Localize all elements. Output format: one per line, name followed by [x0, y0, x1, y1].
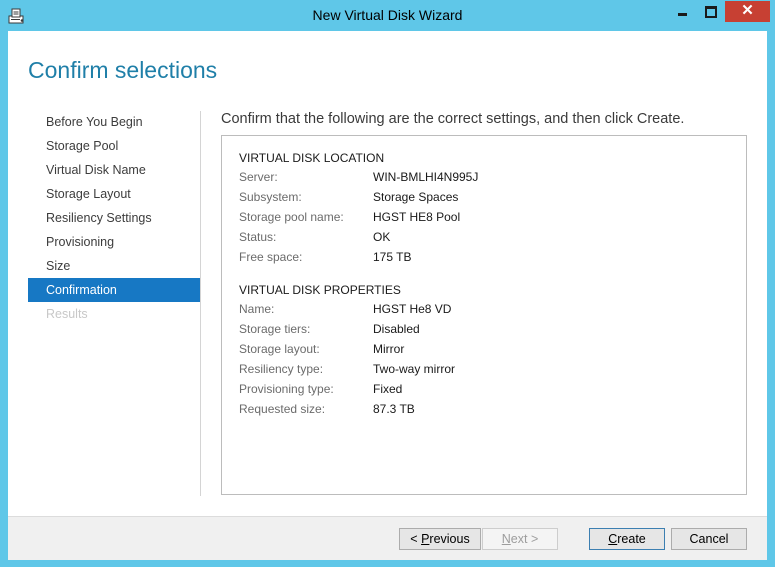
nav-divider [200, 111, 201, 496]
previous-label: revious [429, 532, 470, 546]
row-value: 87.3 TB [373, 402, 415, 416]
row-value: 175 TB [373, 250, 412, 264]
row-label: Requested size: [239, 402, 326, 416]
summary-row: Provisioning type: Fixed [239, 379, 719, 399]
next-accelerator: N [501, 532, 511, 546]
row-label: Storage layout: [239, 342, 320, 356]
summary-row: Resiliency type: Two-way mirror [239, 359, 719, 379]
next-button: Next > [482, 528, 558, 550]
cancel-button[interactable]: Cancel [671, 528, 747, 550]
summary-row: Free space: 175 TB [239, 247, 719, 267]
row-label: Subsystem: [239, 190, 302, 204]
maximize-icon [705, 6, 717, 18]
nav-item-resiliency-settings[interactable]: Resiliency Settings [28, 206, 200, 230]
row-value: Disabled [373, 322, 420, 336]
summary-row: Subsystem: Storage Spaces [239, 187, 719, 207]
row-label: Status: [239, 230, 277, 244]
summary-row: Requested size: 87.3 TB [239, 399, 719, 419]
summary-row: Storage layout: Mirror [239, 339, 719, 359]
row-value: HGST He8 VD [373, 302, 452, 316]
summary-row: Server: WIN-BMLHI4N995J [239, 167, 719, 187]
row-value: HGST HE8 Pool [373, 210, 461, 224]
location-section-heading: VIRTUAL DISK LOCATION [239, 151, 385, 165]
row-value: Fixed [373, 382, 403, 396]
previous-prefix: < [410, 532, 422, 546]
row-value: OK [373, 230, 391, 244]
window-title: New Virtual Disk Wizard [312, 7, 463, 23]
summary-row: Status: OK [239, 227, 719, 247]
nav-item-before-you-begin[interactable]: Before You Begin [28, 110, 200, 134]
properties-section-heading: VIRTUAL DISK PROPERTIES [239, 283, 401, 297]
nav-item-size[interactable]: Size [28, 254, 200, 278]
nav-item-results: Results [46, 307, 88, 321]
row-label: Storage pool name: [239, 210, 344, 224]
row-value: WIN-BMLHI4N995J [373, 170, 479, 184]
nav-item-provisioning[interactable]: Provisioning [28, 230, 200, 254]
previous-button[interactable]: < Previous [399, 528, 481, 550]
page-title: Confirm selections [28, 57, 218, 83]
row-label: Storage tiers: [239, 322, 311, 336]
maximize-button[interactable] [697, 1, 725, 22]
nav-item-storage-layout[interactable]: Storage Layout [28, 182, 200, 206]
summary-row: Name: HGST He8 VD [239, 299, 719, 319]
create-accelerator: C [608, 532, 618, 546]
wizard-nav: Before You Begin Storage Pool Virtual Di… [28, 110, 200, 326]
button-bar: < Previous Next > Create Cancel [8, 516, 767, 560]
row-value: Two-way mirror [373, 362, 456, 376]
summary-row: Storage tiers: Disabled [239, 319, 719, 339]
row-label: Provisioning type: [239, 382, 334, 396]
row-value: Storage Spaces [373, 190, 459, 204]
minimize-button[interactable] [668, 1, 697, 22]
row-label: Free space: [239, 250, 303, 264]
wizard-window: New Virtual Disk Wizard ✕ Confirm select… [0, 0, 775, 567]
nav-item-storage-pool[interactable]: Storage Pool [28, 134, 200, 158]
minimize-icon [678, 13, 687, 16]
summary-row: Storage pool name: HGST HE8 Pool [239, 207, 719, 227]
instruction-text: Confirm that the following are the corre… [221, 111, 685, 127]
title-bar[interactable]: New Virtual Disk Wizard ✕ [0, 0, 775, 31]
create-label: reate [617, 532, 646, 546]
nav-item-virtual-disk-name[interactable]: Virtual Disk Name [28, 158, 200, 182]
nav-item-confirmation[interactable]: Confirmation [28, 278, 200, 302]
wizard-content: Confirm selections Before You Begin Stor… [8, 31, 767, 560]
create-button[interactable]: Create [589, 528, 665, 550]
row-value: Mirror [373, 342, 405, 356]
row-label: Server: [239, 170, 278, 184]
next-suffix: > [527, 532, 539, 546]
summary-panel[interactable]: VIRTUAL DISK LOCATION Server: WIN-BMLHI4N… [221, 135, 747, 495]
row-label: Resiliency type: [239, 362, 324, 376]
row-label: Name: [239, 302, 275, 316]
next-label: ext [510, 532, 528, 546]
close-button[interactable]: ✕ [725, 1, 770, 22]
close-icon: ✕ [741, 2, 754, 19]
